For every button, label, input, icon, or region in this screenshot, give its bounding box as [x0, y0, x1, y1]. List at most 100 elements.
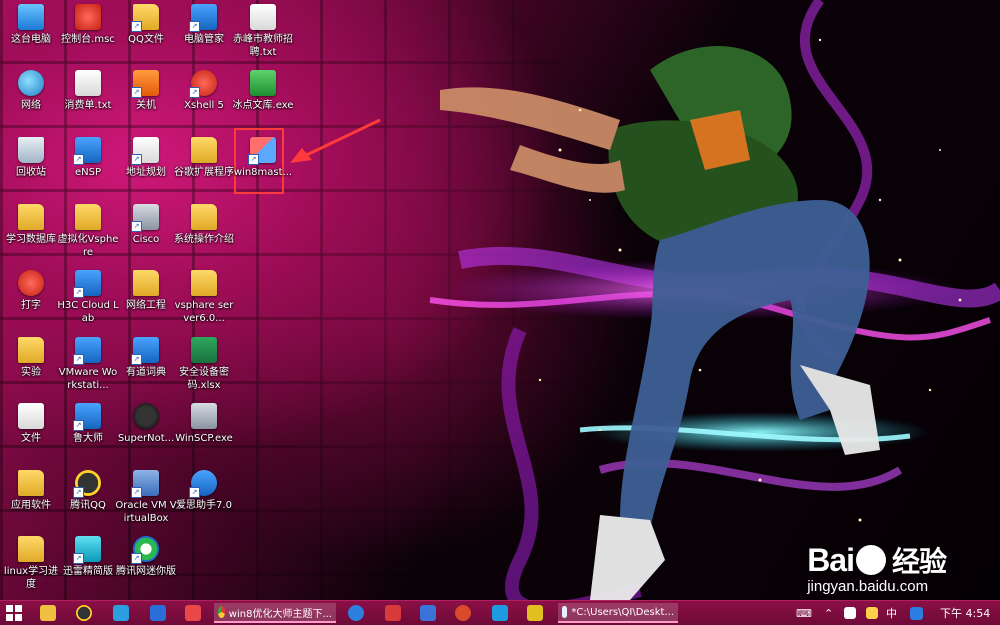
desktop-icon-teacher-txt[interactable]: 赤峰市教师招聘.txt	[232, 4, 294, 59]
pinned-app[interactable]	[185, 601, 201, 625]
this-pc-icon	[18, 4, 44, 30]
desktop-icon-youdao[interactable]: ↗ 有道词典	[115, 337, 177, 379]
desktop-icon-qq-files[interactable]: ↗ QQ文件	[115, 4, 177, 46]
desktop-icon-vsphare-server[interactable]: vsphare server6.0...	[173, 270, 235, 325]
typing-app-icon	[18, 270, 44, 296]
desktop-icon-typing[interactable]: 打字	[0, 270, 62, 312]
winscp-icon	[191, 403, 217, 429]
text-file-icon	[75, 70, 101, 96]
h3c-icon: ↗	[73, 270, 101, 298]
document-icon: ↗	[131, 137, 159, 165]
desktop-icon-address-plan[interactable]: ↗ 地址规划	[115, 137, 177, 179]
paw-icon	[855, 545, 886, 575]
desktop-icon-security-pwd[interactable]: 安全设备密码.xlsx	[173, 337, 235, 392]
pinned-app-6[interactable]	[492, 601, 508, 625]
desktop-icon-i4[interactable]: ↗ 爱思助手7.0	[173, 470, 235, 512]
pinned-explorer[interactable]	[40, 601, 56, 625]
desktop-icon-qq[interactable]: ↗ 腾讯QQ	[57, 470, 119, 512]
desktop-icon-lab[interactable]: 实验	[0, 337, 62, 379]
folder-icon	[18, 470, 44, 496]
xshell-icon: ↗	[189, 70, 217, 98]
desktop-icon-vsphere[interactable]: 虚拟化Vsphere	[57, 204, 119, 259]
desktop-icon-linux-progress[interactable]: linux学习进度	[0, 536, 62, 591]
desktop-icon-vmware[interactable]: ↗ VMware Workstati...	[57, 337, 119, 392]
pinned-app-3[interactable]	[385, 601, 401, 625]
desktop-icon-supernote[interactable]: SuperNot...	[115, 403, 177, 445]
store-icon	[113, 605, 129, 621]
youdao-icon: ↗	[131, 337, 159, 365]
text-file-icon	[250, 4, 276, 30]
pinned-app-7[interactable]	[527, 601, 543, 625]
ensp-icon: ↗	[73, 137, 101, 165]
pinned-qq[interactable]	[76, 601, 92, 625]
tray-app-2[interactable]	[866, 601, 878, 625]
tray-clock[interactable]: 下午 4:54	[940, 601, 990, 625]
chrome-icon	[218, 606, 225, 618]
thunder-icon: ↗	[73, 536, 101, 564]
baidu-tray-icon	[910, 606, 923, 620]
desktop-icon-consume-txt[interactable]: 消费单.txt	[57, 70, 119, 112]
desktop-icon-this-pc[interactable]: 这台电脑	[0, 4, 62, 46]
desktop-icon-console[interactable]: 控制台.msc	[57, 4, 119, 46]
desktop-icon-files[interactable]: 文件	[0, 403, 62, 445]
desktop-icon-winscp[interactable]: WinSCP.exe	[173, 403, 235, 445]
app-taskbar-icon	[185, 605, 201, 621]
desktop-icon-chrome-ext[interactable]: 谷歌扩展程序	[173, 137, 235, 179]
desktop-icon-shutdown[interactable]: ↗ 关机	[115, 70, 177, 112]
folder-icon	[75, 204, 101, 230]
desktop-icon-h3c[interactable]: ↗ H3C Cloud Lab	[57, 270, 119, 325]
desktop-icon-virtualbox[interactable]: ↗ Oracle VM VirtualBox	[115, 470, 177, 525]
tray-du[interactable]	[910, 601, 923, 625]
ludashi-icon: ↗	[73, 403, 101, 431]
desktop-icon-thunder[interactable]: ↗ 迅雷精简版	[57, 536, 119, 578]
desktop-icon-recycle-bin[interactable]: 回收站	[0, 137, 62, 179]
task-chrome[interactable]: win8优化大师主题下...	[214, 603, 336, 623]
pinned-app-4[interactable]	[420, 601, 436, 625]
i4-assistant-icon: ↗	[189, 470, 217, 498]
pinned-app-5[interactable]	[455, 601, 471, 625]
desktop-icon-bingdian[interactable]: 冰点文库.exe	[232, 70, 294, 112]
start-button[interactable]	[6, 601, 22, 625]
tray-show-hidden[interactable]: ⌃	[824, 601, 833, 625]
tencent-mini-icon: ↗	[131, 536, 159, 564]
setup-shortcut-icon: ↗	[248, 137, 276, 165]
watermark-url: jingyan.baidu.com	[807, 578, 929, 595]
file-explorer-icon	[40, 605, 56, 621]
tray-ime[interactable]: 中	[886, 601, 897, 625]
desktop-icon-ludashi[interactable]: ↗ 鲁大师	[57, 403, 119, 445]
tray-app-1[interactable]	[844, 601, 856, 625]
folder-icon	[133, 270, 159, 296]
tray-app-icon	[844, 607, 856, 619]
desktop-icon-tencent-mini[interactable]: ↗ 腾讯网迷你版	[115, 536, 177, 578]
desktop-icon-xshell[interactable]: ↗ Xshell 5	[173, 70, 235, 112]
baidu-jingyan-watermark: Bai 经验 jingyan.baidu.com	[807, 540, 947, 595]
task-notepad[interactable]: *C:\Users\QI\Deskt...	[558, 603, 678, 623]
folder-icon	[18, 403, 44, 429]
desktop-icon-study-db[interactable]: 学习数据库	[0, 204, 62, 246]
pinned-app-2[interactable]	[348, 601, 364, 625]
desktop-icon-ensp[interactable]: ↗ eNSP	[57, 137, 119, 179]
windows-start-icon	[6, 605, 22, 621]
desktop-icon-win8master[interactable]: ↗ win8mast...	[232, 137, 294, 179]
desktop-icon-cisco[interactable]: ↗ Cisco	[115, 204, 177, 246]
pc-manager-icon: ↗	[189, 4, 217, 32]
app-red-icon	[385, 605, 401, 621]
desktop-icon-net-eng[interactable]: 网络工程	[115, 270, 177, 312]
folder-icon	[18, 337, 44, 363]
messenger-icon	[348, 605, 364, 621]
desktop-icon-apps[interactable]: 应用软件	[0, 470, 62, 512]
keyboard-icon: ⌨	[796, 606, 812, 620]
folder-icon	[18, 204, 44, 230]
tray-keyboard[interactable]: ⌨	[796, 601, 812, 625]
folder-icon	[191, 204, 217, 230]
desktop-icon-pc-manager[interactable]: ↗ 电脑管家	[173, 4, 235, 46]
power-icon: ↗	[131, 70, 159, 98]
cisco-icon: ↗	[131, 204, 159, 232]
app-orange-icon	[455, 605, 471, 621]
pinned-calendar[interactable]	[150, 601, 166, 625]
desktop-icon-network[interactable]: 网络	[0, 70, 62, 112]
qq-icon: ↗	[73, 470, 101, 498]
app-yellow-icon	[527, 605, 543, 621]
desktop-icon-sys-intro[interactable]: 系统操作介绍	[173, 204, 235, 246]
pinned-store[interactable]	[113, 601, 129, 625]
